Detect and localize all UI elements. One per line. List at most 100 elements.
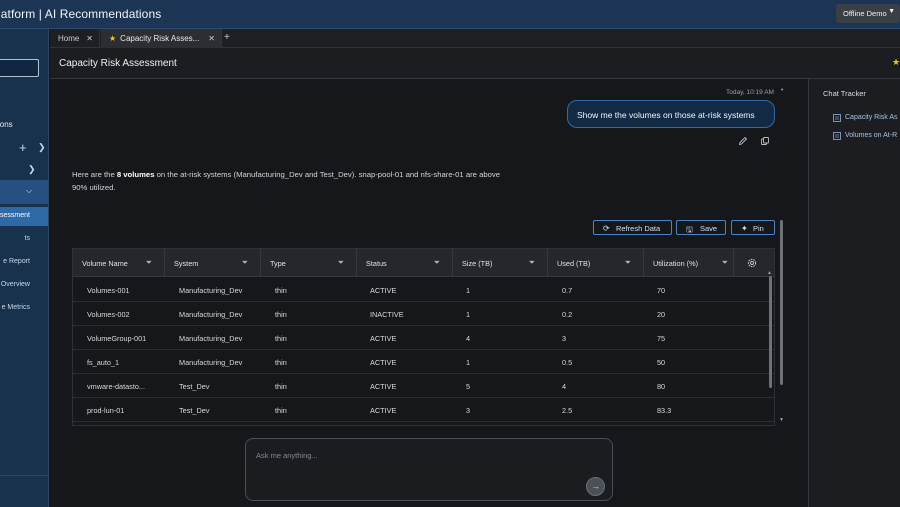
close-icon[interactable]: ✕ [86,34,93,43]
sidebar-item-label: e Report [3,258,30,265]
column-header[interactable]: Used (TB) ⏷ [548,249,644,277]
offline-demo-label: Offline Demo [843,9,887,18]
sidebar-search-input[interactable] [0,59,39,77]
table-cell: Volumes-001 [87,286,130,295]
top-bar: latform | AI Recommendations Offline Dem… [0,0,900,29]
table-cell: 1 [466,286,471,295]
pin-icon: ✦ [741,224,748,233]
sidebar-item-label: Overview [0,281,30,288]
refresh-data-button[interactable]: ⟳ Refresh Data [593,220,672,235]
sidebar-item-metrics[interactable]: e Metrics [0,299,48,318]
table-row[interactable]: Volumes-001 Manufacturing_Dev thin ACTIVE 1 0… [73,278,774,302]
table-cell: ACTIVE [370,286,397,295]
edit-icon[interactable] [738,136,748,146]
filter-icon[interactable]: ⏷ [625,258,631,268]
page-scrollbar[interactable] [780,220,783,385]
table-row[interactable]: prod-lun-01 Test_Dev thin ACTIVE 3 2.5 83.3 [73,398,774,422]
add-tab-button[interactable]: + [222,29,236,48]
chevron-down-icon: ⌵ [26,186,33,195]
table-cell: ACTIVE [370,358,397,367]
pin-label: Pin [753,224,764,233]
sidebar-item-label: ts [24,235,30,242]
table-cell: fs_auto_1 [87,358,120,367]
table-cell: thin [275,310,287,319]
gear-icon[interactable] [746,257,758,269]
sidebar-item-report[interactable]: e Report [0,253,48,272]
table-cell: 3 [466,406,471,415]
column-label: System [174,259,199,268]
sidebar-section-label: ions [0,120,13,129]
table-row[interactable]: VolumeGroup-001 Manufacturing_Dev thin ACTI… [73,326,774,350]
table-cell: 1 [466,358,471,367]
table-cell: Manufacturing_Dev [179,286,243,295]
copy-icon[interactable] [760,136,770,146]
table-scrollbar[interactable] [769,276,772,388]
sidebar-item-alerts[interactable]: ts [0,230,48,249]
table-cell: 4 [466,334,471,343]
sidebar: ions + ❯ ❯ ⌵ ssessment ts e Report Overv… [0,29,49,507]
chat-composer[interactable]: Ask me anything... → [245,438,613,501]
column-label: Status [366,259,387,268]
save-button[interactable]: 🖫 Save [676,220,726,235]
column-header[interactable]: Type ⏷ [261,249,357,277]
sidebar-item-overview[interactable]: Overview [0,276,48,295]
table-cell: 50 [657,358,666,367]
page-title: Capacity Risk Assessment [59,58,177,69]
table-cell: INACTIVE [370,310,404,319]
table-cell: 20 [657,310,666,319]
column-header[interactable]: Volume Name ⏷ [73,249,165,277]
table-cell: ACTIVE [370,334,397,343]
filter-icon[interactable]: ⏷ [146,258,152,268]
sidebar-expanded-group[interactable]: ⌵ [0,180,48,204]
column-label: Volume Name [82,259,128,268]
chat-tracker-item[interactable]: Capacity Risk As [845,114,898,121]
filter-icon[interactable]: ⏷ [338,258,344,268]
table-row[interactable]: Volumes-002 Manufacturing_Dev thin INACTIVE… [73,302,774,326]
offline-demo-button[interactable]: Offline Demo ▼ [836,4,900,23]
column-header[interactable]: System ⏷ [165,249,261,277]
filter-icon[interactable]: ⏷ [242,258,248,268]
message-timestamp: Today, 10:19 AM [726,89,774,96]
reply-prefix: Here are the [72,170,117,179]
table-cell: 70 [657,286,666,295]
table-row[interactable]: fs_auto_1 Manufacturing_Dev thin ACTIVE 1 0.5… [73,350,774,374]
close-icon[interactable]: ✕ [208,34,215,43]
table-cell: 80 [657,382,666,391]
message-status-icon: • [781,87,784,94]
table-cell: 3 [562,334,567,343]
chevron-right-icon[interactable]: ❯ [38,142,46,153]
table-cell: 0.2 [562,310,573,319]
sidebar-divider [0,475,48,476]
volumes-table: Volume Name ⏷ System ⏷ Type ⏷ Status ⏷ Size … [72,248,775,426]
column-label: Size (TB) [462,259,493,268]
user-message-bubble: Show me the volumes on those at-risk sys… [567,100,775,128]
chat-input-placeholder[interactable]: Ask me anything... [256,451,318,460]
sidebar-item-label: e Metrics [1,304,30,311]
table-cell: Volumes-002 [87,310,130,319]
scroll-down-icon[interactable]: ▼ [779,417,784,423]
column-label: Used (TB) [557,259,591,268]
filter-icon[interactable]: ⏷ [434,258,440,268]
favorite-star-icon[interactable]: ★ [892,57,900,68]
filter-icon[interactable]: ⏷ [722,258,728,268]
table-cell: prod-lun-01 [87,406,125,415]
column-header[interactable]: Utilization (%) ⏷ [644,249,734,277]
chat-tracker-title: Chat Tracker [823,89,866,98]
table-cell: 0.7 [562,286,573,295]
table-cell: thin [275,382,287,391]
plus-icon[interactable]: + [19,140,27,155]
star-icon: ★ [109,34,117,43]
table-row[interactable]: vmware-datasto... Test_Dev thin ACTIVE 5 4 80 [73,374,774,398]
pin-button[interactable]: ✦ Pin [731,220,775,235]
tab-capacity-risk[interactable]: ★ Capacity Risk Asses... ✕ [101,29,222,48]
tab-home[interactable]: Home ✕ [50,29,100,48]
filter-icon[interactable]: ⏷ [529,258,535,268]
main-content: Capacity Risk Assessment ★ Today, 10:19 … [50,48,900,507]
sidebar-item-assessment[interactable]: ssessment [0,207,48,226]
caret-down-icon: ▼ [888,8,895,15]
chat-tracker-item[interactable]: Volumes on At-R [845,132,897,139]
send-icon[interactable]: → [586,477,605,496]
chevron-right-icon[interactable]: ❯ [28,164,36,175]
column-header[interactable]: Size (TB) ⏷ [453,249,548,277]
column-header[interactable]: Status ⏷ [357,249,453,277]
